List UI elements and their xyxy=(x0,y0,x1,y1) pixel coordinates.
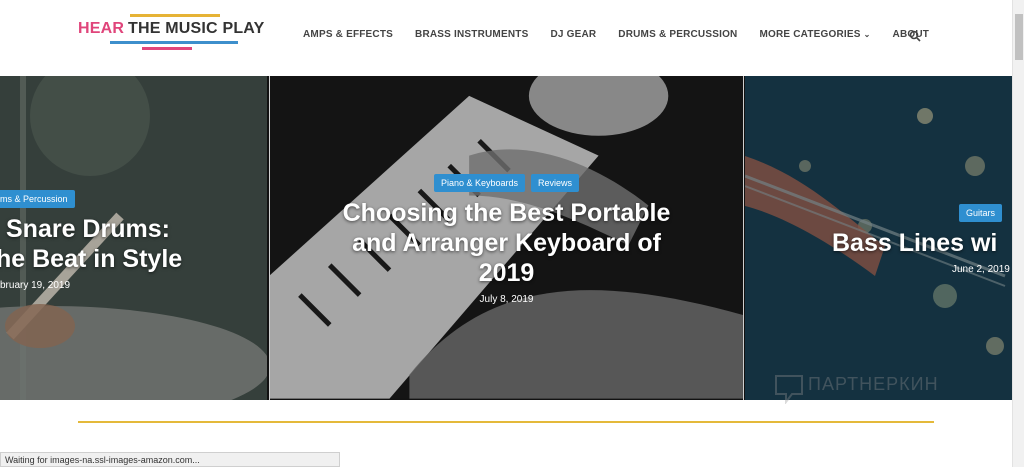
site-header: HEAR THE MUSIC PLAY AMPS & EFFECTS BRASS… xyxy=(0,0,1012,76)
slide-date: bruary 19, 2019 xyxy=(0,280,71,291)
tag-list: Guitars xyxy=(745,204,1012,222)
main-nav: AMPS & EFFECTS BRASS INSTRUMENTS DJ GEAR… xyxy=(303,29,951,40)
slide-content: Guitars Bass Lines wi June 2, 2019 xyxy=(745,204,1012,275)
page: HEAR THE MUSIC PLAY AMPS & EFFECTS BRASS… xyxy=(0,0,1024,467)
slide-snare-drums[interactable]: ums & Percussion Snare Drums: he Beat in… xyxy=(0,76,267,400)
logo-word-hear: HEAR xyxy=(78,20,125,37)
site-logo[interactable]: HEAR THE MUSIC PLAY xyxy=(78,14,272,54)
slide-date: June 2, 2019 xyxy=(952,264,1010,275)
chevron-down-icon: ⌄ xyxy=(863,30,871,39)
logo-word-rest: THE MUSIC PLAY xyxy=(128,20,265,37)
slide-date: July 8, 2019 xyxy=(479,294,534,305)
scrollbar-thumb[interactable] xyxy=(1015,14,1023,60)
slide-content: ums & Percussion Snare Drums: he Beat in… xyxy=(0,190,267,291)
slide-title-line: Bass Lines wi xyxy=(832,229,998,257)
browser-status-bar: Waiting for images-na.ssl-images-amazon.… xyxy=(0,452,340,467)
nav-more-categories[interactable]: MORE CATEGORIES ⌄ xyxy=(759,29,870,40)
slide-title-line: and Arranger Keyboard of xyxy=(352,229,661,257)
slide-portable-keyboard[interactable]: Piano & Keyboards Reviews Choosing the B… xyxy=(269,76,744,400)
nav-more-categories-label: MORE CATEGORIES xyxy=(759,29,861,40)
slide-title-line: Snare Drums: xyxy=(6,215,170,243)
slide-content: Piano & Keyboards Reviews Choosing the B… xyxy=(270,174,743,305)
nav-drums-percussion[interactable]: DRUMS & PERCUSSION xyxy=(618,29,737,40)
slide-title[interactable]: Bass Lines wi xyxy=(745,228,1012,258)
nav-amps-effects[interactable]: AMPS & EFFECTS xyxy=(303,29,393,40)
page-scrollbar[interactable] xyxy=(1012,0,1024,467)
category-tag-reviews[interactable]: Reviews xyxy=(531,174,580,192)
logo-bar-gold xyxy=(130,14,220,17)
category-tag-guitars[interactable]: Guitars xyxy=(959,204,1003,222)
slide-bass-lines[interactable]: Guitars Bass Lines wi June 2, 2019 xyxy=(745,76,1012,400)
slide-title[interactable]: Choosing the Best Portable and Arranger … xyxy=(270,198,743,288)
featured-slider: ums & Percussion Snare Drums: he Beat in… xyxy=(0,76,1012,400)
section-divider xyxy=(78,421,934,423)
slide-title-line: he Beat in Style xyxy=(0,245,183,273)
search-icon[interactable] xyxy=(909,30,921,42)
tag-list: Piano & Keyboards Reviews xyxy=(270,174,743,192)
logo-bar-pink xyxy=(142,47,192,50)
category-tag[interactable]: ums & Percussion xyxy=(0,190,75,208)
tag-list: ums & Percussion xyxy=(0,190,267,208)
watermark-text: ПАРТНЕРКИН xyxy=(808,374,939,394)
nav-brass-instruments[interactable]: BRASS INSTRUMENTS xyxy=(415,29,528,40)
logo-bar-blue xyxy=(110,41,238,44)
slide-title-line: 2019 xyxy=(478,259,535,287)
watermark-logo-icon xyxy=(775,375,803,404)
slide-title[interactable]: Snare Drums: he Beat in Style xyxy=(0,214,267,274)
nav-dj-gear[interactable]: DJ GEAR xyxy=(550,29,596,40)
category-tag-piano-keyboards[interactable]: Piano & Keyboards xyxy=(433,174,526,192)
slide-title-line: Choosing the Best Portable xyxy=(342,199,671,227)
